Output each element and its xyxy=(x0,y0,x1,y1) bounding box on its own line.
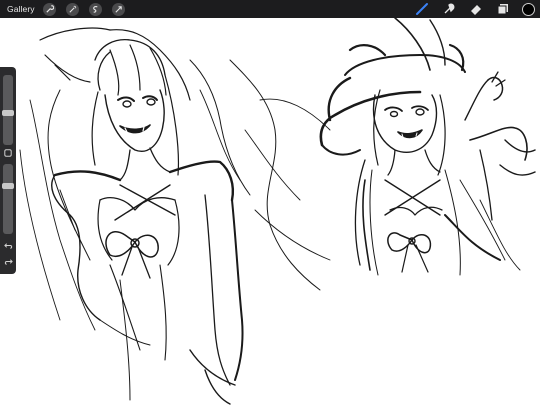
eraser-icon[interactable] xyxy=(468,1,484,17)
opacity-slider-thumb[interactable] xyxy=(2,183,14,190)
layers-icon[interactable] xyxy=(495,1,511,17)
transform-icon[interactable] xyxy=(111,2,125,16)
smudge-icon[interactable] xyxy=(441,1,457,17)
wrench-icon[interactable] xyxy=(42,2,56,16)
magic-wand-icon[interactable] xyxy=(65,2,79,16)
gallery-button[interactable]: Gallery xyxy=(7,4,35,14)
brush-size-slider-thumb[interactable] xyxy=(2,110,14,117)
modify-button[interactable] xyxy=(2,147,14,159)
selection-icon[interactable] xyxy=(88,2,102,16)
undo-icon[interactable] xyxy=(2,239,14,251)
opacity-slider[interactable] xyxy=(3,164,13,234)
top-toolbar: Gallery xyxy=(0,0,540,18)
right-tool-group xyxy=(414,0,540,18)
drawing-canvas[interactable] xyxy=(0,18,540,405)
redo-icon[interactable] xyxy=(2,255,14,267)
color-picker-swatch[interactable] xyxy=(522,2,535,16)
brush-icon[interactable] xyxy=(414,1,430,17)
brush-sidebar xyxy=(0,67,16,274)
